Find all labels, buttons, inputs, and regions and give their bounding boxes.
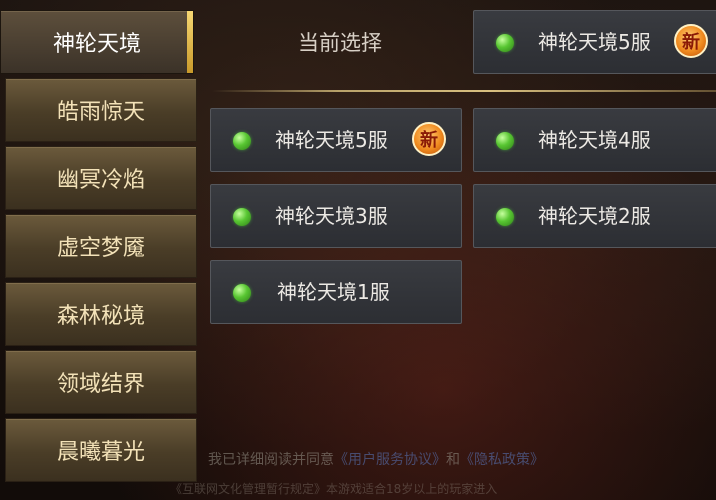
- server-card-1[interactable]: 神轮天境1服: [210, 260, 462, 324]
- server-name: 神轮天境4服: [538, 128, 651, 152]
- server-name: 神轮天境1服: [277, 280, 390, 304]
- current-selection-label: 当前选择: [298, 31, 382, 55]
- privacy-policy-link[interactable]: 《隐私政策》: [460, 452, 544, 468]
- agreement-and: 和: [446, 452, 460, 468]
- server-name: 神轮天境2服: [538, 204, 651, 228]
- server-name: 神轮天境5服: [275, 128, 388, 152]
- online-status-dot-icon: [233, 132, 251, 150]
- tab-label: 神轮天境: [52, 32, 141, 57]
- current-server-card[interactable]: 神轮天境5服 新: [473, 10, 716, 74]
- server-name: 神轮天境3服: [275, 204, 388, 228]
- tab-label: 森林秘境: [56, 304, 145, 329]
- region-sidebar: 神轮天境 皓雨惊天 幽冥冷焰 虚空梦魇 森林秘境 领域结界 晨曦暮光: [0, 0, 200, 500]
- online-status-dot-icon: [496, 34, 514, 52]
- tab-label: 晨曦暮光: [56, 440, 145, 465]
- tab-senlin-mijing[interactable]: 森林秘境: [5, 282, 197, 346]
- server-card-5[interactable]: 神轮天境5服 新: [210, 108, 462, 172]
- divider: [212, 90, 716, 92]
- tab-haoyu-jingtian[interactable]: 皓雨惊天: [5, 78, 197, 142]
- tab-label: 幽冥冷焰: [56, 168, 145, 193]
- user-agreement-link[interactable]: 《用户服务协议》: [334, 452, 446, 468]
- tab-shenlun-tianjing[interactable]: 神轮天境: [0, 10, 194, 74]
- server-name: 神轮天境5服: [538, 30, 651, 54]
- tab-lingyu-jiejie[interactable]: 领域结界: [5, 350, 197, 414]
- tab-label: 虚空梦魇: [56, 236, 145, 261]
- age-notice: 《互联网文化管理暂行规定》本游戏适合18岁以上的玩家进入: [170, 482, 498, 496]
- new-badge-icon: 新: [412, 122, 446, 156]
- tab-label: 皓雨惊天: [56, 100, 145, 125]
- tab-youming-lengyan[interactable]: 幽冥冷焰: [5, 146, 197, 210]
- server-card-2[interactable]: 神轮天境2服: [473, 184, 716, 248]
- online-status-dot-icon: [233, 208, 251, 226]
- agreement-prefix: 我已详细阅读并同意: [208, 452, 334, 468]
- server-card-4[interactable]: 神轮天境4服: [473, 108, 716, 172]
- online-status-dot-icon: [233, 284, 251, 302]
- online-status-dot-icon: [496, 132, 514, 150]
- server-card-3[interactable]: 神轮天境3服: [210, 184, 462, 248]
- online-status-dot-icon: [496, 208, 514, 226]
- agreement-text: 我已详细阅读并同意《用户服务协议》和《隐私政策》: [208, 449, 716, 471]
- new-badge-icon: 新: [674, 24, 708, 58]
- tab-xukong-mengyan[interactable]: 虚空梦魇: [5, 214, 197, 278]
- tab-label: 领域结界: [56, 372, 145, 397]
- tab-chenxi-muguang[interactable]: 晨曦暮光: [5, 418, 197, 482]
